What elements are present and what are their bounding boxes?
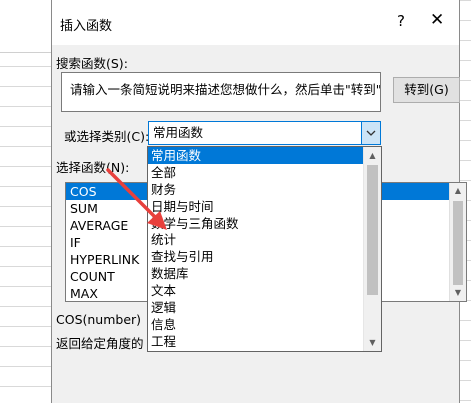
dropdown-scrollbar[interactable]: ▲ ▼ [363,147,381,351]
category-option[interactable]: 日期与时间 [148,198,381,215]
spreadsheet-column-header [0,0,52,53]
category-option[interactable]: 数据库 [148,265,381,282]
scrollbar-thumb[interactable] [367,165,378,295]
goto-button[interactable]: 转到(G) [393,77,460,103]
scroll-up-icon[interactable]: ▲ [364,147,381,164]
dialog-title: 插入函数 [60,19,113,34]
scroll-up-icon[interactable]: ▲ [450,183,466,199]
category-selected-value: 常用函数 [153,125,204,140]
close-button[interactable]: ✕ [430,10,444,30]
category-option[interactable]: 数学与三角函数 [148,215,381,232]
scroll-down-icon[interactable]: ▼ [364,334,381,351]
help-button[interactable]: ? [397,12,405,30]
category-option[interactable]: 文本 [148,282,381,299]
scrollbar-thumb[interactable] [453,201,463,285]
function-signature: COS(number) [56,312,142,327]
category-option[interactable]: 信息 [148,316,381,333]
category-option[interactable]: 逻辑 [148,299,381,316]
category-option[interactable]: 财务 [148,181,381,198]
category-option[interactable]: 统计 [148,231,381,248]
category-option[interactable]: 常用函数 [148,147,381,164]
category-option[interactable]: 全部 [148,164,381,181]
category-option[interactable]: 工程 [148,333,381,350]
category-label: 或选择类别(C): [64,129,150,144]
category-dropdown-list[interactable]: 常用函数 全部 财务 日期与时间 数学与三角函数 统计 查找与引用 数据库 文本 逻辑 信息 工程 ▲… [147,146,382,352]
search-label: 搜索函数(S): [56,56,128,71]
dialog-titlebar: 插入函数 ? ✕ [52,0,459,45]
function-list-label: 选择函数(N): [56,160,130,175]
search-input[interactable]: 请输入一条简短说明来描述您想做什么，然后单击"转到" [61,72,381,112]
spreadsheet-background [0,0,52,403]
function-list-scrollbar[interactable]: ▲ ▼ [449,183,466,301]
chevron-down-icon[interactable] [361,122,380,144]
function-description: 返回给定角度的 [56,336,144,351]
category-select[interactable]: 常用函数 [148,121,381,145]
scroll-down-icon[interactable]: ▼ [450,285,466,301]
category-option[interactable]: 查找与引用 [148,248,381,265]
